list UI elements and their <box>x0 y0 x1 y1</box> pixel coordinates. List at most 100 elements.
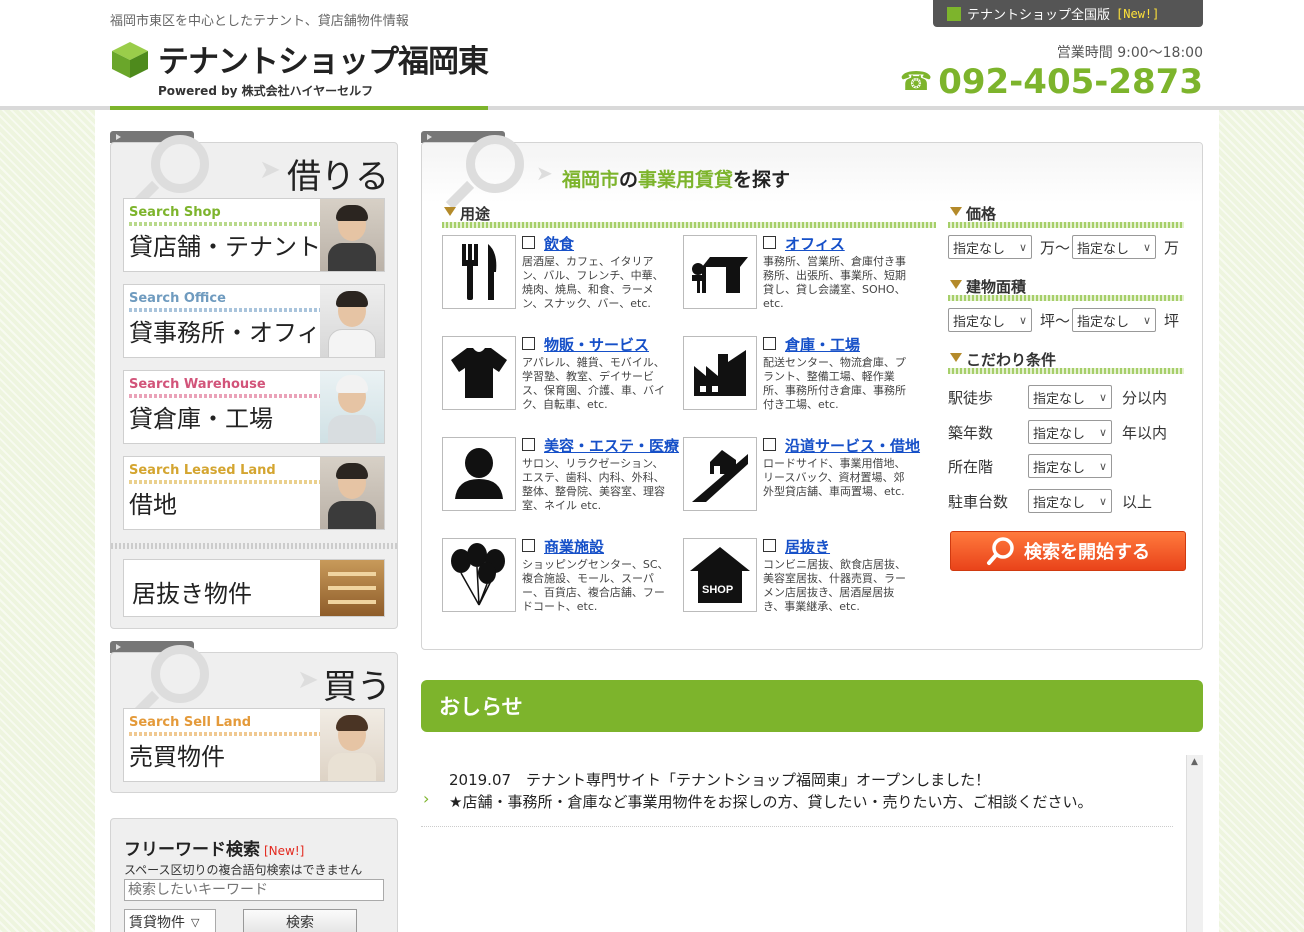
businessman-photo <box>320 457 384 529</box>
chevron-down-icon: ▽ <box>191 915 200 929</box>
price-min-select[interactable]: 指定なし ∨ <box>948 235 1032 259</box>
title-type: 事業用賃貸 <box>638 169 734 191</box>
category-inuki: SHOP 居抜き コンビニ居抜、飲食店居抜、美容室居抜、什器売買、ラーメン店居抜… <box>683 538 919 620</box>
inuki-button[interactable]: 居抜き物件 <box>123 559 385 617</box>
phone-number[interactable]: ☎ 092-405-2873 <box>900 62 1203 102</box>
search-icon <box>987 537 1014 565</box>
dotted-line <box>129 394 339 398</box>
news-item-body: ★店舗・事務所・倉庫など事業用物件をお探しの方、貸したい・売りたい方、ご相談くだ… <box>449 793 1093 811</box>
search-land-label: 借地 <box>129 491 177 519</box>
inuki-link[interactable]: 居抜き <box>785 536 830 557</box>
select-value: 指定なし <box>1033 426 1086 442</box>
magnifier-icon <box>151 645 209 703</box>
area-row: 指定なし ∨ 坪～ 指定なし ∨ 坪 <box>948 308 1179 332</box>
cube-icon <box>947 6 961 21</box>
area-max-select[interactable]: 指定なし ∨ <box>1072 308 1157 332</box>
chevron-down-icon: ∨ <box>1098 459 1107 473</box>
floor-select[interactable]: 指定なし ∨ <box>1028 454 1112 478</box>
select-value: 指定なし <box>1033 391 1086 407</box>
search-land-en: Search Leased Land <box>129 463 276 478</box>
new-badge: [New!] <box>264 844 305 858</box>
category-retail: 物販・サービス アパレル、雑貨、モバイル、学習塾、教室、デイサービス、保育園、介… <box>442 336 678 418</box>
food-link[interactable]: 飲食 <box>544 233 574 254</box>
area-line <box>948 295 1184 301</box>
conditions-heading: こだわり条件 <box>948 349 1056 370</box>
buy-panel: ➤ 買う Search Sell Land 売買物件 <box>110 645 398 793</box>
warehouse-checkbox[interactable] <box>763 337 776 350</box>
chevron-down-icon: ∨ <box>1098 425 1107 439</box>
office-checkbox[interactable] <box>763 236 776 249</box>
site-header: 福岡市東区を中心としたテナント、貸店舗物件情報 テナントショップ福岡東 Powe… <box>0 0 1304 110</box>
fork-knife-icon <box>442 235 516 309</box>
category-office: オフィス 事務所、営業所、倉庫付き事務所、出張所、事業所、短期貸し、貸し会議室、… <box>683 235 919 317</box>
start-search-button[interactable]: 検索を開始する <box>950 531 1186 571</box>
start-search-label: 検索を開始する <box>1024 542 1150 563</box>
beauty-link[interactable]: 美容・エステ・医療 <box>544 435 679 456</box>
businesswoman-photo <box>320 285 384 357</box>
commercial-link[interactable]: 商業施設 <box>544 536 604 557</box>
condition-unit: 分以内 <box>1122 388 1168 407</box>
search-sell-label: 売買物件 <box>129 743 225 771</box>
search-office-label: 貸事務所・オフィス <box>129 319 345 347</box>
condition-unit: 年以内 <box>1122 423 1168 442</box>
title-no: の <box>619 169 639 191</box>
news-scrollbar[interactable]: ▲ <box>1186 755 1203 932</box>
freeword-input[interactable] <box>124 879 384 901</box>
freeword-search-button[interactable]: 検索 <box>243 909 357 932</box>
factory-icon <box>683 336 757 410</box>
parking-select[interactable]: 指定なし ∨ <box>1028 489 1112 513</box>
price-line <box>948 222 1184 228</box>
search-office-button[interactable]: Search Office 貸事務所・オフィス <box>123 284 385 358</box>
dotted-line <box>129 732 339 736</box>
search-panel-title: 福岡市の事業用賃貸を探す <box>562 165 790 192</box>
search-shop-button[interactable]: Search Shop 貸店舗・テナント <box>123 198 385 272</box>
area-min-select[interactable]: 指定なし ∨ <box>948 308 1032 332</box>
select-value: 指定なし <box>1033 460 1086 476</box>
freeword-type-select[interactable]: 賃貸物件 ▽ <box>124 909 216 932</box>
national-site-button[interactable]: テナントショップ全国版 [New!] <box>933 0 1203 27</box>
retail-checkbox[interactable] <box>522 337 535 350</box>
businessman-photo <box>320 199 384 271</box>
tshirt-icon <box>442 336 516 410</box>
search-shop-en: Search Shop <box>129 205 221 220</box>
tagline: 福岡市東区を中心としたテナント、貸店舗物件情報 <box>110 14 409 29</box>
news-item-title: 2019.07 テナント専門サイト「テナントショップ福岡東」オープンしました！ <box>449 771 991 789</box>
dotted-line <box>129 480 339 484</box>
retail-link[interactable]: 物販・サービス <box>544 334 649 355</box>
title-suffix: を探す <box>733 169 791 191</box>
category-commercial: 商業施設 ショッピングセンター、SC、複合施設、モール、スーパー、百貨店、複合店… <box>442 538 678 620</box>
businesswoman-photo <box>320 709 384 781</box>
chevron-down-icon: ∨ <box>1018 313 1027 327</box>
chevron-down-icon: ∨ <box>1142 313 1152 327</box>
news-heading: おしらせ <box>421 680 1203 732</box>
commercial-checkbox[interactable] <box>522 539 535 552</box>
condition-floor: 所在階 指定なし ∨ <box>948 454 1112 478</box>
price-max-select[interactable]: 指定なし ∨ <box>1072 235 1157 259</box>
phone-icon: ☎ <box>899 67 933 97</box>
inuki-checkbox[interactable] <box>763 539 776 552</box>
condition-walk: 駅徒歩 指定なし ∨ 分以内 <box>948 385 1167 409</box>
logo-cube-icon <box>112 42 148 78</box>
category-food: 飲食 居酒屋、カフェ、イタリアン、バル、フレンチ、中華、焼肉、焼鳥、和食、ラーメ… <box>442 235 678 317</box>
site-logo[interactable]: テナントショップ福岡東 <box>158 36 489 81</box>
rent-panel: ➤ 借りる Search Shop 貸店舗・テナント Search Office… <box>110 135 398 629</box>
office-desk-icon <box>683 235 757 309</box>
roadside-checkbox[interactable] <box>763 438 776 451</box>
header-divider-accent <box>110 106 488 110</box>
age-select[interactable]: 指定なし ∨ <box>1028 420 1112 444</box>
roadside-link[interactable]: 沿道サービス・借地 <box>785 435 920 456</box>
beauty-checkbox[interactable] <box>522 438 535 451</box>
scroll-up-icon[interactable]: ▲ <box>1191 757 1198 767</box>
food-desc: 居酒屋、カフェ、イタリアン、バル、フレンチ、中華、焼肉、焼鳥、和食、ラーメン、ス… <box>522 255 664 310</box>
food-checkbox[interactable] <box>522 236 535 249</box>
inuki-desc: コンビニ居抜、飲食店居抜、美容室居抜、什器売買、ラーメン店居抜き、居酒屋居抜き、… <box>763 558 906 613</box>
warehouse-link[interactable]: 倉庫・工場 <box>785 334 860 355</box>
search-land-button[interactable]: Search Leased Land 借地 <box>123 456 385 530</box>
title-city: 福岡市 <box>562 169 620 191</box>
search-warehouse-button[interactable]: Search Warehouse 貸倉庫・工場 <box>123 370 385 444</box>
national-site-label: テナントショップ全国版 <box>967 8 1111 23</box>
magnifier-icon <box>151 135 209 193</box>
walk-select[interactable]: 指定なし ∨ <box>1028 385 1112 409</box>
search-sell-button[interactable]: Search Sell Land 売買物件 <box>123 708 385 782</box>
office-link[interactable]: オフィス <box>785 233 845 254</box>
